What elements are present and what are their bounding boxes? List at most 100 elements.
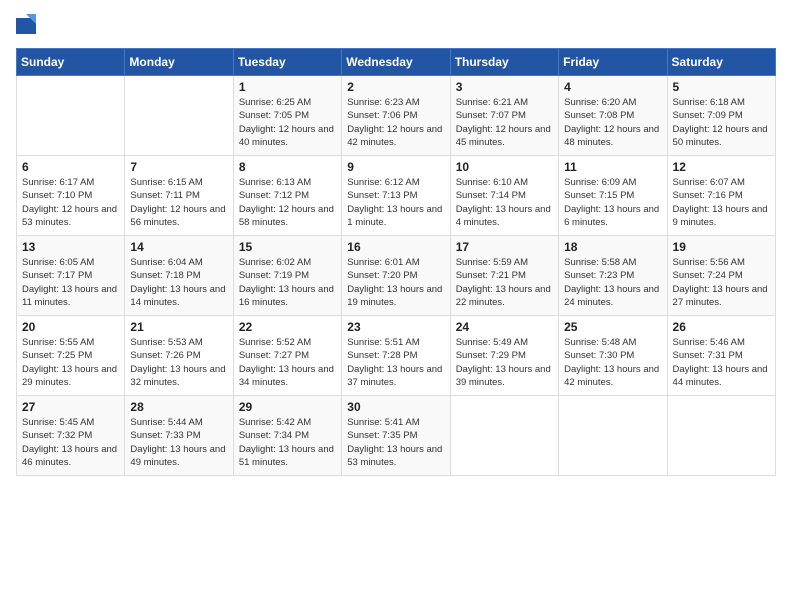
header-sunday: Sunday [17, 49, 125, 76]
day-number: 29 [239, 400, 336, 414]
calendar-cell: 24 Sunrise: 5:49 AM Sunset: 7:29 PM Dayli… [450, 316, 558, 396]
logo [16, 16, 40, 40]
calendar-week-5: 27 Sunrise: 5:45 AM Sunset: 7:32 PM Dayli… [17, 396, 776, 476]
calendar-cell: 14Sunrise: 6:04 AM Sunset: 7:18 PM Dayli… [125, 236, 233, 316]
day-info: Sunrise: 5:46 AM Sunset: 7:31 PM Dayligh… [673, 336, 770, 389]
day-info: Sunrise: 6:10 AM Sunset: 7:14 PM Dayligh… [456, 176, 553, 229]
calendar-cell: 28 Sunrise: 5:44 AM Sunset: 7:33 PM Dayli… [125, 396, 233, 476]
calendar-cell: 4 Sunrise: 6:20 AM Sunset: 7:08 PM Daylig… [559, 76, 667, 156]
day-number: 18 [564, 240, 661, 254]
day-number: 13 [22, 240, 119, 254]
calendar-cell: 1 Sunrise: 6:25 AM Sunset: 7:05 PM Daylig… [233, 76, 341, 156]
day-number: 7 [130, 160, 227, 174]
day-number: 28 [130, 400, 227, 414]
calendar-cell: 5 Sunrise: 6:18 AM Sunset: 7:09 PM Daylig… [667, 76, 775, 156]
day-info: Sunrise: 6:18 AM Sunset: 7:09 PM Dayligh… [673, 96, 770, 149]
calendar-cell: 8 Sunrise: 6:13 AM Sunset: 7:12 PM Daylig… [233, 156, 341, 236]
calendar-cell: 17 Sunrise: 5:59 AM Sunset: 7:21 PM Dayli… [450, 236, 558, 316]
calendar-cell [17, 76, 125, 156]
day-number: 20 [22, 320, 119, 334]
day-number: 6 [22, 160, 119, 174]
day-info: Sunrise: 6:23 AM Sunset: 7:06 PM Dayligh… [347, 96, 444, 149]
day-info: Sunrise: 5:51 AM Sunset: 7:28 PM Dayligh… [347, 336, 444, 389]
day-number: 5 [673, 80, 770, 94]
day-info: Sunrise: 6:02 AM Sunset: 7:19 PM Dayligh… [239, 256, 336, 309]
day-number: 19 [673, 240, 770, 254]
calendar-cell: 11 Sunrise: 6:09 AM Sunset: 7:15 PM Dayli… [559, 156, 667, 236]
day-number: 8 [239, 160, 336, 174]
day-info: Sunrise: 5:41 AM Sunset: 7:35 PM Dayligh… [347, 416, 444, 469]
header-thursday: Thursday [450, 49, 558, 76]
calendar-cell: 22 Sunrise: 5:52 AM Sunset: 7:27 PM Dayli… [233, 316, 341, 396]
calendar-cell: 27 Sunrise: 5:45 AM Sunset: 7:32 PM Dayli… [17, 396, 125, 476]
day-number: 11 [564, 160, 661, 174]
calendar-cell: 25 Sunrise: 5:48 AM Sunset: 7:30 PM Dayli… [559, 316, 667, 396]
day-info: Sunrise: 6:20 AM Sunset: 7:08 PM Dayligh… [564, 96, 661, 149]
day-info: Sunrise: 5:48 AM Sunset: 7:30 PM Dayligh… [564, 336, 661, 389]
day-info: Sunrise: 5:53 AM Sunset: 7:26 PM Dayligh… [130, 336, 227, 389]
day-number: 30 [347, 400, 444, 414]
day-info: Sunrise: 6:01 AM Sunset: 7:20 PM Dayligh… [347, 256, 444, 309]
day-info: Sunrise: 6:04 AM Sunset: 7:18 PM Dayligh… [130, 256, 227, 309]
calendar-cell: 2 Sunrise: 6:23 AM Sunset: 7:06 PM Daylig… [342, 76, 450, 156]
calendar-cell: 30 Sunrise: 5:41 AM Sunset: 7:35 PM Dayli… [342, 396, 450, 476]
calendar-cell: 26 Sunrise: 5:46 AM Sunset: 7:31 PM Dayli… [667, 316, 775, 396]
calendar-cell: 3Sunrise: 6:21 AM Sunset: 7:07 PM Daylig… [450, 76, 558, 156]
day-info: Sunrise: 6:17 AM Sunset: 7:10 PM Dayligh… [22, 176, 119, 229]
calendar-week-4: 20 Sunrise: 5:55 AM Sunset: 7:25 PM Dayli… [17, 316, 776, 396]
day-number: 22 [239, 320, 336, 334]
day-number: 25 [564, 320, 661, 334]
day-info: Sunrise: 6:13 AM Sunset: 7:12 PM Dayligh… [239, 176, 336, 229]
logo-icon [16, 14, 36, 38]
day-number: 9 [347, 160, 444, 174]
day-info: Sunrise: 6:07 AM Sunset: 7:16 PM Dayligh… [673, 176, 770, 229]
header-wednesday: Wednesday [342, 49, 450, 76]
header-monday: Monday [125, 49, 233, 76]
day-number: 4 [564, 80, 661, 94]
day-info: Sunrise: 5:45 AM Sunset: 7:32 PM Dayligh… [22, 416, 119, 469]
day-number: 26 [673, 320, 770, 334]
calendar-cell: 21 Sunrise: 5:53 AM Sunset: 7:26 PM Dayli… [125, 316, 233, 396]
day-number: 1 [239, 80, 336, 94]
day-info: Sunrise: 5:42 AM Sunset: 7:34 PM Dayligh… [239, 416, 336, 469]
day-info: Sunrise: 6:25 AM Sunset: 7:05 PM Dayligh… [239, 96, 336, 149]
calendar-cell: 12 Sunrise: 6:07 AM Sunset: 7:16 PM Dayli… [667, 156, 775, 236]
calendar-cell: 13 Sunrise: 6:05 AM Sunset: 7:17 PM Dayli… [17, 236, 125, 316]
day-number: 2 [347, 80, 444, 94]
calendar-cell: 20 Sunrise: 5:55 AM Sunset: 7:25 PM Dayli… [17, 316, 125, 396]
day-number: 21 [130, 320, 227, 334]
day-info: Sunrise: 5:55 AM Sunset: 7:25 PM Dayligh… [22, 336, 119, 389]
calendar-cell: 7Sunrise: 6:15 AM Sunset: 7:11 PM Daylig… [125, 156, 233, 236]
day-number: 3 [456, 80, 553, 94]
day-info: Sunrise: 6:05 AM Sunset: 7:17 PM Dayligh… [22, 256, 119, 309]
calendar-cell [667, 396, 775, 476]
day-number: 27 [22, 400, 119, 414]
calendar-cell: 16Sunrise: 6:01 AM Sunset: 7:20 PM Dayli… [342, 236, 450, 316]
calendar-header-row: SundayMondayTuesdayWednesdayThursdayFrid… [17, 49, 776, 76]
calendar-cell: 23Sunrise: 5:51 AM Sunset: 7:28 PM Dayli… [342, 316, 450, 396]
day-number: 17 [456, 240, 553, 254]
day-number: 10 [456, 160, 553, 174]
day-number: 15 [239, 240, 336, 254]
calendar-cell: 6 Sunrise: 6:17 AM Sunset: 7:10 PM Daylig… [17, 156, 125, 236]
calendar-cell: 9 Sunrise: 6:12 AM Sunset: 7:13 PM Daylig… [342, 156, 450, 236]
day-info: Sunrise: 6:09 AM Sunset: 7:15 PM Dayligh… [564, 176, 661, 229]
day-info: Sunrise: 5:52 AM Sunset: 7:27 PM Dayligh… [239, 336, 336, 389]
page-header [16, 16, 776, 40]
calendar-cell: 29 Sunrise: 5:42 AM Sunset: 7:34 PM Dayli… [233, 396, 341, 476]
calendar-cell: 18Sunrise: 5:58 AM Sunset: 7:23 PM Dayli… [559, 236, 667, 316]
day-info: Sunrise: 5:56 AM Sunset: 7:24 PM Dayligh… [673, 256, 770, 309]
calendar-week-3: 13 Sunrise: 6:05 AM Sunset: 7:17 PM Dayli… [17, 236, 776, 316]
day-info: Sunrise: 6:12 AM Sunset: 7:13 PM Dayligh… [347, 176, 444, 229]
day-info: Sunrise: 5:44 AM Sunset: 7:33 PM Dayligh… [130, 416, 227, 469]
header-tuesday: Tuesday [233, 49, 341, 76]
day-info: Sunrise: 5:59 AM Sunset: 7:21 PM Dayligh… [456, 256, 553, 309]
calendar-table: SundayMondayTuesdayWednesdayThursdayFrid… [16, 48, 776, 476]
header-friday: Friday [559, 49, 667, 76]
day-number: 12 [673, 160, 770, 174]
day-number: 24 [456, 320, 553, 334]
calendar-cell: 10 Sunrise: 6:10 AM Sunset: 7:14 PM Dayli… [450, 156, 558, 236]
calendar-cell [125, 76, 233, 156]
calendar-cell: 15 Sunrise: 6:02 AM Sunset: 7:19 PM Dayli… [233, 236, 341, 316]
day-info: Sunrise: 5:49 AM Sunset: 7:29 PM Dayligh… [456, 336, 553, 389]
